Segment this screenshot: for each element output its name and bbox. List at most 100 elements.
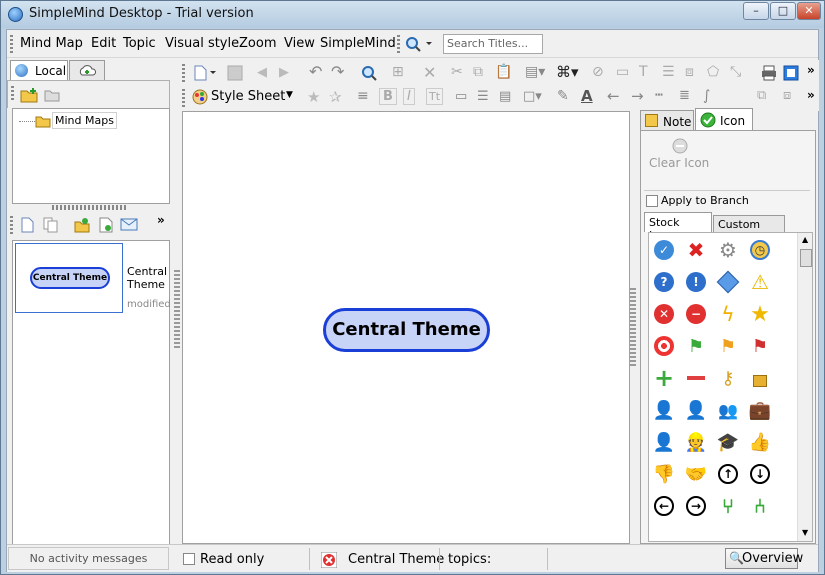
menu-topic[interactable]: Topic	[123, 36, 156, 51]
icon-question[interactable]: ?	[649, 267, 679, 297]
font-color-icon[interactable]: A	[581, 87, 593, 105]
tab-stock-icons[interactable]: Stock Icons	[644, 212, 712, 242]
image-icon[interactable]: ▭	[616, 64, 629, 80]
style-sheet-button[interactable]: Style Sheet	[211, 89, 285, 104]
fill-color-icon[interactable]: □▾	[523, 89, 542, 104]
zoom-icon[interactable]	[361, 65, 377, 81]
icon-flag-orange[interactable]: ⚑	[713, 331, 743, 361]
apply-to-branch-checkbox[interactable]	[646, 195, 658, 207]
arrow-left-icon[interactable]: ←	[607, 87, 620, 105]
relation-icon[interactable]: ⤡	[730, 64, 741, 80]
icon-arrow-right-circle[interactable]: →	[681, 491, 711, 521]
export-icon[interactable]	[783, 65, 799, 81]
paste-icon[interactable]: 📋	[495, 64, 512, 80]
overview-button[interactable]: 🔍 Overview	[725, 548, 803, 569]
overflow-chevron-icon[interactable]: »	[157, 213, 165, 227]
text-format-icon[interactable]: T	[639, 64, 648, 80]
toolbar1-overflow-icon[interactable]: »	[807, 63, 815, 77]
check-icon[interactable]: ⊘	[592, 64, 604, 80]
import-map-icon[interactable]	[74, 217, 90, 233]
layout-icon[interactable]: ⌘▾	[556, 63, 579, 81]
clipboard-menu-icon[interactable]: ▤▾	[525, 64, 545, 80]
print-icon[interactable]	[761, 65, 777, 81]
arrow-right-icon[interactable]: →	[631, 87, 644, 105]
minimize-button[interactable]: –	[743, 2, 769, 20]
group-icon[interactable]: ⧈	[685, 64, 694, 80]
central-topic-node[interactable]: Central Theme	[323, 308, 490, 352]
icon-arrow-up-circle[interactable]: ↑	[713, 459, 743, 489]
delete-icon[interactable]: ✕	[423, 63, 436, 82]
bold-icon[interactable]: B	[379, 88, 397, 105]
tab-cloud[interactable]	[69, 60, 105, 80]
right-splitter[interactable]	[630, 288, 636, 368]
new-document-icon[interactable]	[193, 65, 217, 81]
icon-person-blue[interactable]: 👤	[649, 395, 679, 425]
style-sheet-dropdown-icon[interactable]: ▼	[286, 90, 293, 100]
icon-cross[interactable]: ✖	[681, 235, 711, 265]
icon-thumbs-down[interactable]: 👎	[649, 459, 679, 489]
star-branch-icon[interactable]: ✰	[329, 88, 342, 106]
new-folder-icon[interactable]	[20, 87, 38, 103]
icon-lock[interactable]	[745, 363, 775, 393]
icon-warning[interactable]: ⚠	[745, 267, 775, 297]
left-splitter[interactable]	[174, 270, 180, 350]
folder-options-icon[interactable]	[44, 87, 60, 103]
icon-arrow-down-circle[interactable]: ↓	[745, 459, 775, 489]
shape-icon[interactable]: ⬠	[707, 64, 719, 80]
duplicate-map-icon[interactable]	[43, 217, 59, 233]
icon-gear[interactable]: ⚙	[713, 235, 743, 265]
line-color-icon[interactable]: ✎	[557, 88, 569, 104]
menu-mind-map[interactable]: Mind Map	[20, 36, 83, 51]
icon-grid-scrollbar[interactable]: ▲ ▼	[797, 233, 812, 541]
icon-exclamation[interactable]: !	[681, 267, 711, 297]
icon-worker[interactable]: 👷	[681, 427, 711, 457]
menubar-grip[interactable]	[10, 35, 13, 53]
maximize-button[interactable]: □	[770, 2, 796, 20]
save-icon[interactable]	[227, 65, 243, 81]
new-map-icon[interactable]	[20, 217, 34, 233]
back-icon[interactable]: ◀	[257, 65, 267, 80]
icon-target[interactable]	[649, 331, 679, 361]
icon-key[interactable]: ⚷	[713, 363, 743, 393]
icon-businessman[interactable]: 💼	[745, 395, 775, 425]
icon-minus-circle[interactable]: −	[681, 299, 711, 329]
menu-simplemind[interactable]: SimpleMind	[320, 36, 396, 51]
scroll-up-icon[interactable]: ▲	[802, 235, 808, 244]
scroll-thumb[interactable]	[800, 249, 812, 267]
icon-flag-red[interactable]: ⚑	[745, 331, 775, 361]
list-icon[interactable]: ☰	[662, 64, 675, 80]
tab-icon[interactable]: Icon	[695, 108, 753, 130]
text-style-icon[interactable]: Tt	[426, 88, 444, 105]
icon-thumbs-up[interactable]: 👍	[745, 427, 775, 457]
email-icon[interactable]	[120, 218, 138, 232]
icon-plus[interactable]: +	[649, 363, 679, 393]
close-button[interactable]: ✕	[797, 2, 821, 20]
read-only-checkbox[interactable]	[183, 553, 195, 565]
line-style-icon[interactable]: ☰	[477, 89, 489, 104]
icon-arrow-left-circle[interactable]: ←	[649, 491, 679, 521]
icon-minus[interactable]	[681, 363, 711, 393]
menu-view[interactable]: View	[284, 36, 315, 51]
add-topic-icon[interactable]: ⊞	[392, 64, 404, 80]
icon-flag-green[interactable]: ⚑	[681, 331, 711, 361]
tree-item-mind-maps[interactable]: Mind Maps	[52, 112, 117, 129]
icon-person-purple[interactable]: 👤	[681, 395, 711, 425]
icon-merge-arrows[interactable]: ⑂	[713, 491, 743, 521]
icon-graduate[interactable]: 🎓	[713, 427, 743, 457]
align-center-icon[interactable]: ≡	[357, 88, 369, 104]
cut-icon[interactable]: ✂	[451, 64, 463, 80]
border-style-icon[interactable]: ▭	[455, 89, 467, 104]
paste-style-icon[interactable]: ⧈	[783, 88, 791, 103]
icon-clock[interactable]: ◷	[745, 235, 775, 265]
curve-style-icon[interactable]: ∫	[703, 88, 710, 104]
undo-icon[interactable]: ↶	[309, 62, 322, 81]
map-thumbnail[interactable]: Central Theme	[15, 243, 123, 313]
icon-stop-x[interactable]: ✕	[649, 299, 679, 329]
icon-info-diamond[interactable]	[713, 267, 743, 297]
icon-star[interactable]: ★	[745, 299, 775, 329]
menu-zoom[interactable]: Zoom	[239, 36, 276, 51]
tab-custom-icons[interactable]: Custom Icons	[713, 215, 785, 244]
redo-icon[interactable]: ↷	[331, 62, 344, 81]
dash-style-icon[interactable]: ┅	[655, 88, 663, 103]
search-input[interactable]: Search Titles...	[443, 34, 543, 54]
